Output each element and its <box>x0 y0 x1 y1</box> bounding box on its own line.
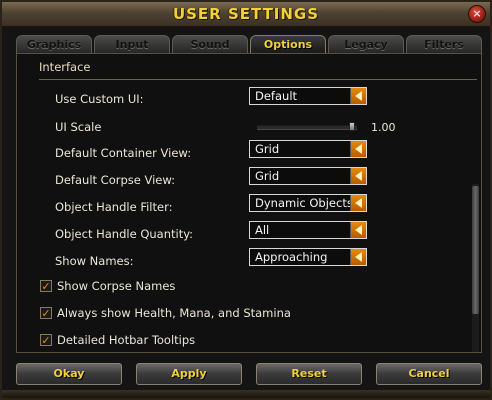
tab-options[interactable]: Options <box>250 35 326 53</box>
ui-scale-label: UI Scale <box>55 120 102 134</box>
options-panel: Interface Use Custom UI: Default UI Scal… <box>16 53 482 353</box>
object-handle-filter-dropdown[interactable]: Dynamic Objects <box>249 194 367 212</box>
ui-scale-slider[interactable] <box>257 125 357 130</box>
show-names-label: Show Names: <box>55 254 134 268</box>
use-custom-ui-dropdown[interactable]: Default <box>249 87 367 105</box>
dropdown-arrow-icon[interactable] <box>350 249 366 265</box>
title-bar[interactable]: USER SETTINGS × <box>2 2 490 28</box>
object-handle-quantity-dropdown[interactable]: All <box>249 221 367 239</box>
tab-graphics[interactable]: Graphics <box>16 35 92 53</box>
object-handle-filter-label: Object Handle Filter: <box>55 200 173 214</box>
detailed-hotbar-tooltips-option[interactable]: ✓ Detailed Hotbar Tooltips <box>40 333 195 347</box>
dropdown-arrow-icon[interactable] <box>350 88 366 104</box>
show-corpse-names-option[interactable]: ✓ Show Corpse Names <box>40 279 175 293</box>
use-custom-ui-label: Use Custom UI: <box>55 92 144 106</box>
use-custom-ui-value: Default <box>255 89 298 103</box>
dropdown-arrow-icon[interactable] <box>350 195 366 211</box>
dropdown-arrow-icon[interactable] <box>350 222 366 238</box>
detailed-hotbar-tooltips-label: Detailed Hotbar Tooltips <box>57 333 196 347</box>
default-corpse-view-label: Default Corpse View: <box>55 173 176 187</box>
always-show-vitals-checkbox[interactable]: ✓ <box>40 307 52 319</box>
dropdown-arrow-icon[interactable] <box>350 168 366 184</box>
cancel-button[interactable]: Cancel <box>376 363 482 385</box>
tab-sound[interactable]: Sound <box>172 35 248 53</box>
show-names-value: Approaching <box>255 250 328 264</box>
detailed-hotbar-tooltips-checkbox[interactable]: ✓ <box>40 334 52 346</box>
user-settings-window: USER SETTINGS × Graphics Input Sound Opt… <box>0 0 492 400</box>
reset-button[interactable]: Reset <box>256 363 362 385</box>
show-names-dropdown[interactable]: Approaching <box>249 248 367 266</box>
tab-bar: Graphics Input Sound Options Legacy Filt… <box>16 35 482 53</box>
button-row: Okay Apply Reset Cancel <box>16 363 482 385</box>
section-divider <box>39 79 477 80</box>
close-button[interactable]: × <box>468 5 486 23</box>
apply-button[interactable]: Apply <box>136 363 242 385</box>
scrollbar-thumb[interactable] <box>472 186 479 314</box>
okay-button[interactable]: Okay <box>16 363 122 385</box>
default-corpse-view-value: Grid <box>255 169 280 183</box>
window-title: USER SETTINGS <box>172 5 320 23</box>
ui-scale-slider-thumb[interactable] <box>349 122 355 131</box>
tab-filters[interactable]: Filters <box>406 35 482 53</box>
default-container-view-value: Grid <box>255 142 280 156</box>
close-icon: × <box>472 7 482 20</box>
default-container-view-label: Default Container View: <box>55 146 192 160</box>
default-corpse-view-dropdown[interactable]: Grid <box>249 167 367 185</box>
always-show-vitals-option[interactable]: ✓ Always show Health, Mana, and Stamina <box>40 306 291 320</box>
default-container-view-dropdown[interactable]: Grid <box>249 140 367 158</box>
tab-legacy[interactable]: Legacy <box>328 35 404 53</box>
show-corpse-names-label: Show Corpse Names <box>57 279 176 293</box>
window-frame-bottom <box>2 390 490 398</box>
object-handle-quantity-label: Object Handle Quantity: <box>55 227 194 241</box>
section-title-interface: Interface <box>39 60 91 74</box>
always-show-vitals-label: Always show Health, Mana, and Stamina <box>57 306 291 320</box>
object-handle-filter-value: Dynamic Objects <box>255 196 350 210</box>
object-handle-quantity-value: All <box>255 223 270 237</box>
dropdown-arrow-icon[interactable] <box>350 141 366 157</box>
ui-scale-value: 1.00 <box>371 121 396 134</box>
tab-input[interactable]: Input <box>94 35 170 53</box>
show-corpse-names-checkbox[interactable]: ✓ <box>40 280 52 292</box>
